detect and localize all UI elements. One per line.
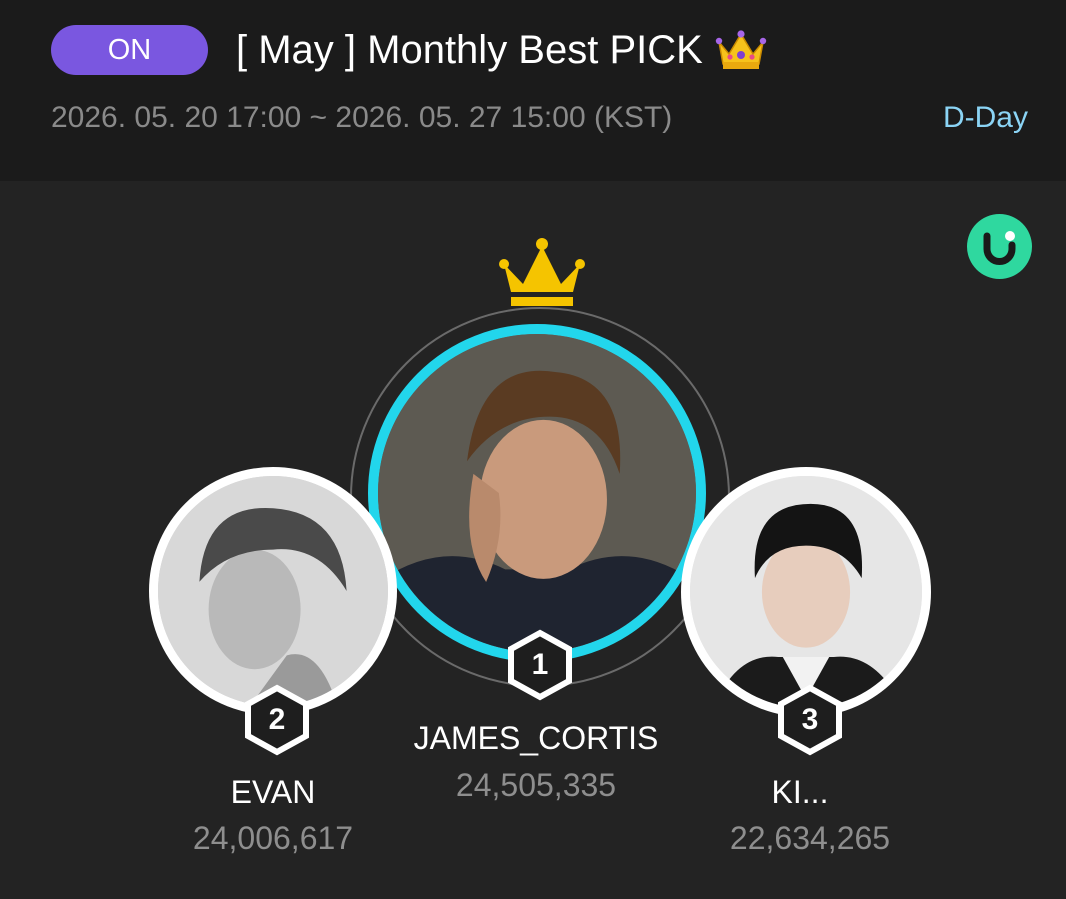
candidate-name-rank-1[interactable]: JAMES_CORTIS — [386, 720, 686, 757]
vote-count-rank-1: 24,505,335 — [455, 767, 617, 803]
gold-crown-icon — [499, 238, 585, 306]
countdown-label: D-Day — [942, 101, 1028, 134]
candidate-name-rank-3[interactable]: KI... — [700, 774, 900, 811]
rank-badge-2: 2 — [242, 684, 312, 756]
event-period: 2026. 05. 20 17:00 ~ 2026. 05. 27 15:00 … — [51, 101, 673, 134]
avatar-rank-2[interactable] — [149, 467, 397, 715]
event-title-text: [ May ] Monthly Best PICK — [236, 27, 703, 72]
candidate-name-rank-2[interactable]: EVAN — [173, 774, 373, 811]
avatar-rank-3[interactable] — [681, 467, 931, 717]
rank-number: 2 — [268, 703, 286, 736]
avatar-photo-rank-3 — [690, 476, 922, 708]
avatar-photo-rank-2 — [158, 476, 388, 706]
vote-count-rank-3: 22,634,265 — [729, 820, 891, 856]
u-logo-icon[interactable] — [967, 214, 1032, 279]
event-header: ON [ May ] Monthly Best PICK 2026. 05. 2… — [0, 0, 1066, 181]
event-title: [ May ] Monthly Best PICK — [236, 22, 769, 78]
vote-count-rank-2: 24,006,617 — [192, 820, 354, 856]
avatar-photo-rank-1 — [378, 334, 696, 652]
rank-number: 3 — [801, 703, 819, 736]
rank-badge-1: 1 — [505, 629, 575, 701]
rank-badge-3: 3 — [775, 684, 845, 756]
crown-emoji-icon — [715, 30, 767, 69]
status-badge: ON — [51, 25, 208, 75]
rank-number: 1 — [531, 648, 549, 681]
avatar-rank-1[interactable] — [368, 324, 706, 662]
